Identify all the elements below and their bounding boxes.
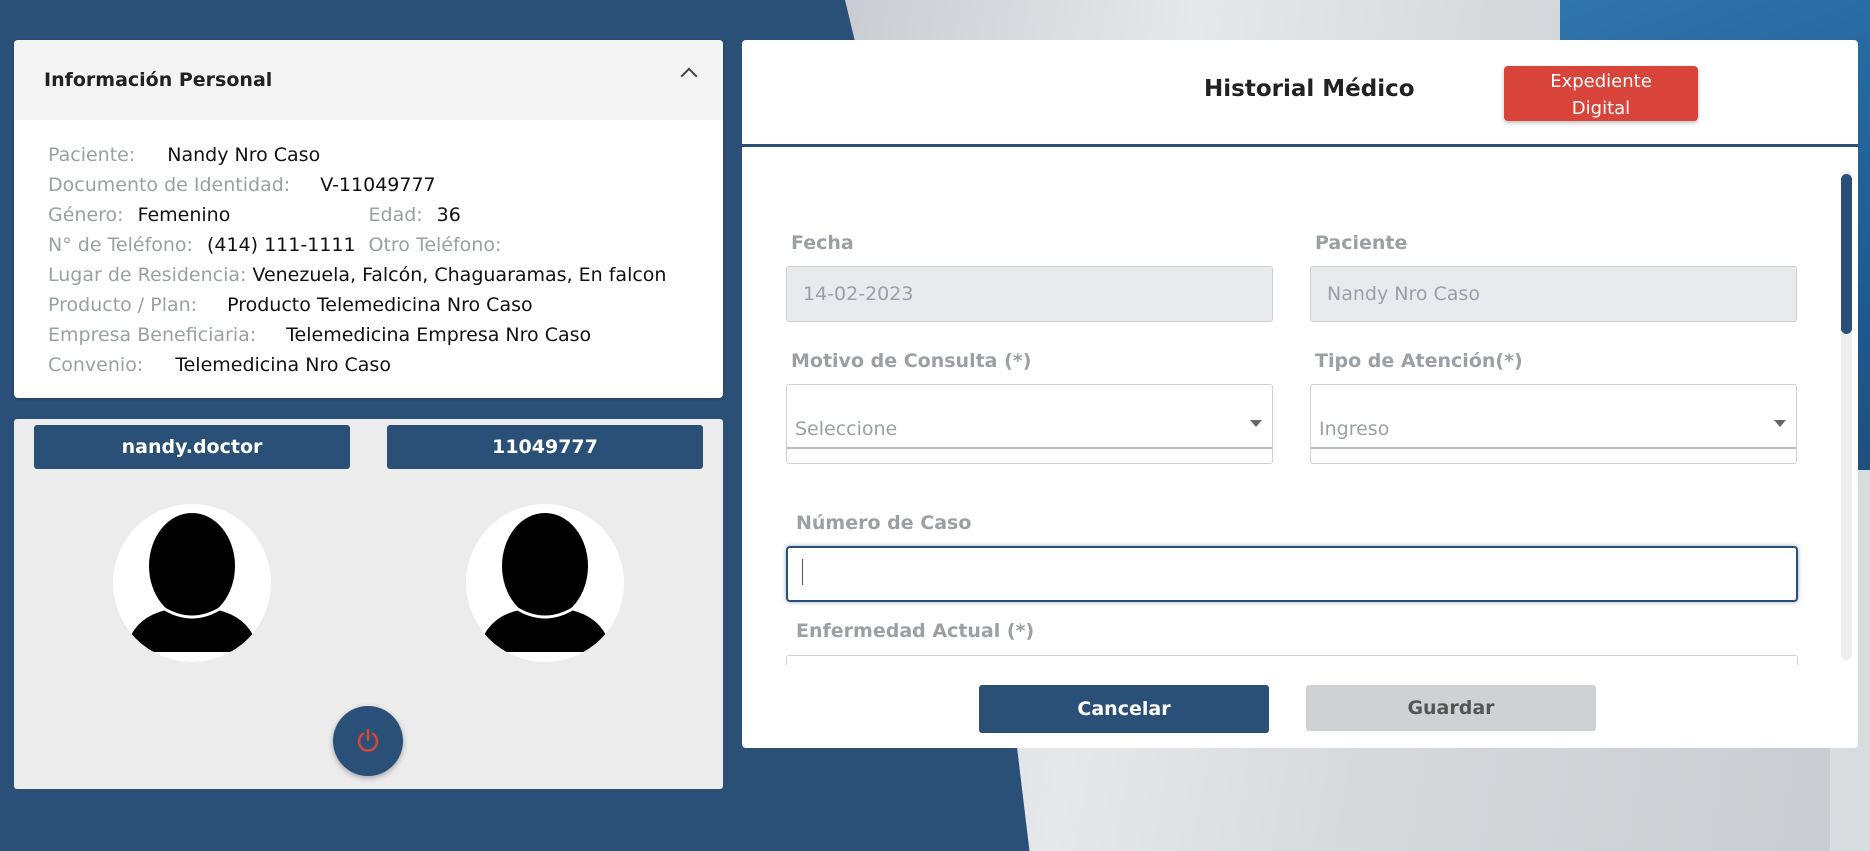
date-value: 14-02-2023 bbox=[803, 283, 914, 305]
medical-history-header: Historial Médico Expediente Digital bbox=[742, 40, 1858, 147]
company-label: Empresa Beneficiaria: bbox=[48, 324, 257, 346]
current-illness-label: Enfermedad Actual (*) bbox=[796, 620, 1035, 642]
form-scrollbar[interactable] bbox=[1841, 170, 1852, 660]
attention-type-label: Tipo de Atención(*) bbox=[1315, 350, 1523, 372]
company-value: Telemedicina Empresa Nro Caso bbox=[286, 324, 592, 346]
gender-cell: Género: Femenino bbox=[48, 200, 369, 230]
age-value: 36 bbox=[436, 204, 461, 226]
consult-reason-value: Seleccione bbox=[795, 418, 898, 440]
agreement-row: Convenio: Telemedicina Nro Caso bbox=[48, 350, 689, 380]
phone-cell: N° de Teléfono: (414) 111-1111 bbox=[48, 230, 369, 260]
select-underline bbox=[787, 447, 1272, 449]
current-illness-textarea[interactable] bbox=[786, 655, 1798, 665]
digital-record-button-label: Expediente Digital bbox=[1550, 71, 1652, 119]
chevron-up-icon[interactable] bbox=[680, 67, 698, 85]
age-cell: Edad: 36 bbox=[369, 200, 690, 230]
select-underline bbox=[1311, 447, 1796, 449]
document-value: V-11049777 bbox=[320, 174, 436, 196]
scrollbar-thumb[interactable] bbox=[1841, 174, 1852, 334]
chevron-down-icon[interactable] bbox=[1774, 420, 1786, 427]
text-cursor bbox=[802, 559, 803, 585]
personal-info-header[interactable]: Información Personal bbox=[14, 40, 723, 120]
video-call-card: nandy.doctor 11049777 bbox=[14, 419, 723, 789]
patient-label: Paciente: bbox=[48, 144, 136, 166]
product-label: Producto / Plan: bbox=[48, 294, 198, 316]
gender-age-row: Género: Femenino Edad: 36 bbox=[48, 200, 689, 230]
gender-label: Género: bbox=[48, 204, 124, 226]
personal-info-body: Paciente: Nandy Nro Caso Documento de Id… bbox=[14, 120, 723, 398]
doctor-name-chip: nandy.doctor bbox=[34, 425, 350, 469]
case-number-label: Número de Caso bbox=[796, 512, 972, 534]
document-row: Documento de Identidad: V-11049777 bbox=[48, 170, 689, 200]
phone-value: (414) 111-1111 bbox=[206, 234, 356, 256]
save-button[interactable]: Guardar bbox=[1306, 685, 1596, 731]
user-silhouette-icon bbox=[478, 513, 612, 652]
agreement-label: Convenio: bbox=[48, 354, 144, 376]
other-phone-cell: Otro Teléfono: bbox=[369, 230, 690, 260]
digital-record-button[interactable]: Expediente Digital bbox=[1504, 66, 1698, 121]
cancel-button[interactable]: Cancelar bbox=[979, 685, 1269, 733]
consult-reason-select[interactable]: Seleccione bbox=[786, 384, 1273, 464]
patient-field-label: Paciente bbox=[1315, 232, 1408, 254]
attention-type-select[interactable]: Ingreso bbox=[1310, 384, 1797, 464]
phone-label: N° de Teléfono: bbox=[48, 234, 193, 256]
medical-history-title: Historial Médico bbox=[1204, 76, 1415, 102]
patient-row: Paciente: Nandy Nro Caso bbox=[48, 140, 689, 170]
power-icon bbox=[357, 728, 379, 752]
patient-avatar bbox=[466, 504, 624, 662]
age-label: Edad: bbox=[368, 204, 423, 226]
patient-field: Nandy Nro Caso bbox=[1310, 266, 1797, 322]
medical-history-form: Fecha 14-02-2023 Paciente Nandy Nro Caso… bbox=[742, 150, 1858, 665]
gender-value: Femenino bbox=[137, 204, 231, 226]
company-row: Empresa Beneficiaria: Telemedicina Empre… bbox=[48, 320, 689, 350]
agreement-value: Telemedicina Nro Caso bbox=[175, 354, 391, 376]
personal-info-card: Información Personal Paciente: Nandy Nro… bbox=[14, 40, 723, 398]
medical-history-panel: Historial Médico Expediente Digital Fech… bbox=[742, 40, 1858, 748]
date-label: Fecha bbox=[791, 232, 854, 254]
product-value: Producto Telemedicina Nro Caso bbox=[227, 294, 533, 316]
doctor-avatar bbox=[113, 504, 271, 662]
personal-info-title: Información Personal bbox=[44, 69, 273, 91]
residence-label: Lugar de Residencia: bbox=[48, 264, 247, 286]
product-row: Producto / Plan: Producto Telemedicina N… bbox=[48, 290, 689, 320]
end-call-button[interactable] bbox=[333, 706, 403, 776]
date-field: 14-02-2023 bbox=[786, 266, 1273, 322]
patient-id-chip: 11049777 bbox=[387, 425, 703, 469]
patient-value: Nandy Nro Caso bbox=[167, 144, 321, 166]
user-silhouette-icon bbox=[125, 513, 259, 652]
chevron-down-icon[interactable] bbox=[1250, 420, 1262, 427]
phone-row: N° de Teléfono: (414) 111-1111 Otro Telé… bbox=[48, 230, 689, 260]
residence-value: Venezuela, Falcón, Chaguaramas, En falco… bbox=[252, 264, 667, 286]
consult-reason-label: Motivo de Consulta (*) bbox=[791, 350, 1032, 372]
document-label: Documento de Identidad: bbox=[48, 174, 291, 196]
residence-row: Lugar de Residencia: Venezuela, Falcón, … bbox=[48, 260, 689, 290]
case-number-input[interactable] bbox=[786, 546, 1798, 602]
other-phone-label: Otro Teléfono: bbox=[368, 234, 502, 256]
attention-type-value: Ingreso bbox=[1319, 418, 1390, 440]
patient-field-value: Nandy Nro Caso bbox=[1327, 283, 1480, 305]
